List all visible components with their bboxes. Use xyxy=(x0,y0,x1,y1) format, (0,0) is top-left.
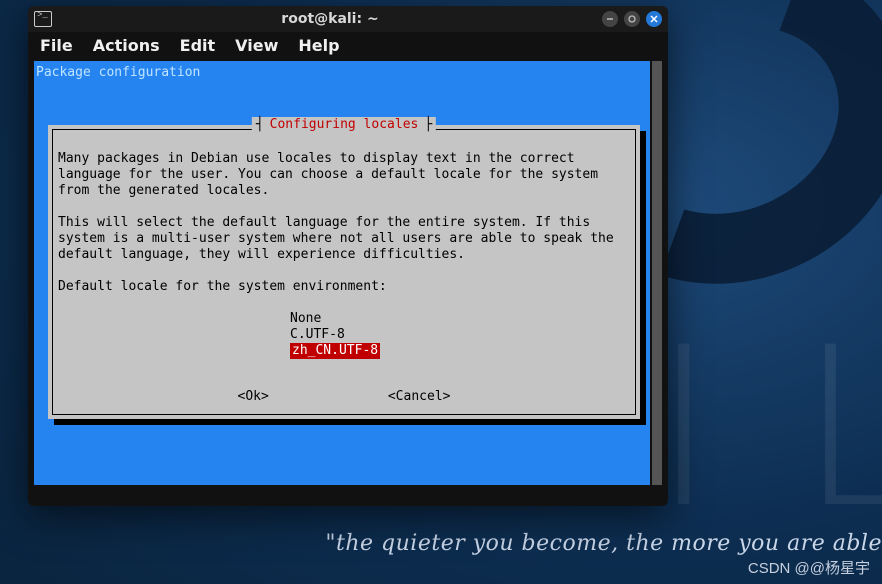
menu-actions[interactable]: Actions xyxy=(93,36,160,55)
dialog-paragraph-2: This will select the default language fo… xyxy=(58,215,622,262)
config-dialog: ┤ Configuring locales ├ Many packages in… xyxy=(48,125,640,419)
menu-view[interactable]: View xyxy=(235,36,278,55)
minimize-button[interactable] xyxy=(602,11,618,27)
desktop-tagline: "the quieter you become, the more you ar… xyxy=(325,531,882,556)
title-divider: ├ xyxy=(424,117,432,133)
title-divider: ┤ xyxy=(256,117,264,133)
maximize-button[interactable] xyxy=(624,11,640,27)
csdn-watermark: CSDN @@杨星宇 xyxy=(748,557,870,578)
terminal-icon xyxy=(34,11,52,27)
terminal-content: Package configuration ┤ Configuring loca… xyxy=(34,61,650,485)
terminal-window: root@kali: ~ File Actions Edit View Help… xyxy=(28,6,668,506)
dialog-paragraph-1: Many packages in Debian use locales to d… xyxy=(58,151,606,198)
terminal-body: Package configuration ┤ Configuring loca… xyxy=(28,61,668,505)
locale-option-none[interactable]: None xyxy=(290,311,630,327)
menu-bar: File Actions Edit View Help xyxy=(28,32,668,61)
window-title: root@kali: ~ xyxy=(58,11,602,27)
locale-option-list: NoneC.UTF-8zh_CN.UTF-8 xyxy=(290,311,630,359)
terminal-scrollbar[interactable] xyxy=(652,61,662,485)
menu-file[interactable]: File xyxy=(40,36,73,55)
ok-button[interactable]: <Ok> xyxy=(238,389,269,405)
package-config-header: Package configuration xyxy=(34,65,650,81)
close-button[interactable] xyxy=(646,11,662,27)
menu-edit[interactable]: Edit xyxy=(180,36,216,55)
menu-help[interactable]: Help xyxy=(298,36,339,55)
cancel-button[interactable]: <Cancel> xyxy=(388,389,451,405)
dialog-prompt: Default locale for the system environmen… xyxy=(58,279,387,294)
locale-option-zhcn[interactable]: zh_CN.UTF-8 xyxy=(290,343,380,359)
locale-option-cutf8[interactable]: C.UTF-8 xyxy=(290,327,630,343)
dialog-title: Configuring locales xyxy=(264,117,425,133)
window-titlebar[interactable]: root@kali: ~ xyxy=(28,6,668,32)
scrollbar-thumb[interactable] xyxy=(652,61,662,485)
